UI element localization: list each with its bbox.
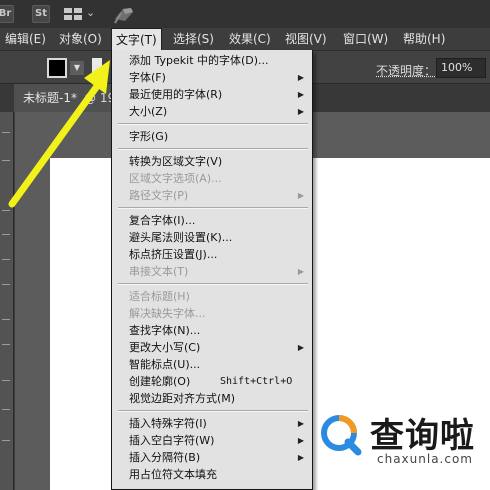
type-menu-item[interactable]: 添加 Typekit 中的字体(D)...: [112, 52, 312, 69]
app-bar: Br St ⌄: [0, 0, 490, 28]
submenu-arrow-icon: ▶: [297, 343, 304, 352]
type-menu-item-label: 更改大小写(C): [129, 341, 201, 354]
stock-app-badge[interactable]: St: [32, 5, 50, 23]
type-menu-item-label: 大小(Z): [129, 105, 168, 118]
type-menu-item-label: 用占位符文本填充: [129, 468, 217, 481]
menu-separator: [118, 207, 308, 209]
type-menu-item-label: 添加 Typekit 中的字体(D)...: [129, 54, 269, 67]
chevron-down-icon[interactable]: ▼: [70, 61, 84, 75]
type-menu-item: 路径文字(P) ▶: [112, 187, 312, 204]
menu-edit[interactable]: 编辑(E): [1, 28, 50, 51]
type-menu-item[interactable]: 最近使用的字体(R) ▶: [112, 86, 312, 103]
chevron-down-icon[interactable]: ⌄: [86, 6, 95, 19]
type-menu-item[interactable]: 复合字体(I)...: [112, 212, 312, 229]
menu-separator: [118, 148, 308, 150]
menu-view[interactable]: 视图(V): [281, 28, 331, 51]
watermark-url: chaxunla.com: [377, 452, 473, 466]
type-menu-item[interactable]: 字形(G): [112, 128, 312, 145]
shortcut-label: Shift+Ctrl+O: [220, 376, 293, 387]
submenu-arrow-icon: ▶: [297, 419, 304, 428]
type-menu-item-label: 转换为区域文字(V): [129, 155, 223, 168]
submenu-arrow-icon: ▶: [297, 90, 304, 99]
type-menu-item[interactable]: 插入分隔符(B) ▶: [112, 449, 312, 466]
watermark-title: 查询啦: [370, 416, 475, 456]
type-menu-item-label: 区域文字选项(A)...: [129, 172, 222, 185]
menu-help[interactable]: 帮助(H): [399, 28, 449, 51]
menu-separator: [118, 410, 308, 412]
opacity-input[interactable]: 100%: [436, 58, 486, 78]
type-menu-item-label: 标点挤压设置(J)...: [129, 248, 218, 261]
tools-panel[interactable]: [0, 112, 14, 490]
menu-select[interactable]: 选择(S): [169, 28, 218, 51]
type-menu-item[interactable]: 查找字体(N)...: [112, 322, 312, 339]
type-menu-item[interactable]: 插入特殊字符(I) ▶: [112, 415, 312, 432]
type-menu-item-label: 最近使用的字体(R): [129, 88, 223, 101]
type-menu-item-label: 字体(F): [129, 71, 166, 84]
type-menu-item[interactable]: 智能标点(U)...: [112, 356, 312, 373]
type-menu-item-label: 串接文本(T): [129, 265, 189, 278]
chaxunla-logo-icon: [321, 415, 362, 456]
type-menu-item-label: 智能标点(U)...: [129, 358, 201, 371]
type-menu-item[interactable]: 标点挤压设置(J)...: [112, 246, 312, 263]
type-menu-item-label: 插入分隔符(B): [129, 451, 201, 464]
menu-separator: [118, 283, 308, 285]
type-menu-item-label: 字形(G): [129, 130, 169, 143]
type-menu-item[interactable]: 用占位符文本填充: [112, 466, 312, 483]
type-menu-item: 解决缺失字体...: [112, 305, 312, 322]
type-menu-item: 适合标题(H): [112, 288, 312, 305]
submenu-arrow-icon: ▶: [297, 453, 304, 462]
fill-color-swatch[interactable]: [47, 58, 67, 78]
type-menu-item[interactable]: 避头尾法则设置(K)...: [112, 229, 312, 246]
submenu-arrow-icon: ▶: [297, 436, 304, 445]
type-menu-item-label: 适合标题(H): [129, 290, 190, 303]
gpu-performance-icon[interactable]: [112, 4, 136, 26]
type-menu-item[interactable]: 创建轮廓(O) Shift+Ctrl+O: [112, 373, 312, 390]
type-menu-item[interactable]: 插入空白字符(W) ▶: [112, 432, 312, 449]
type-menu-item[interactable]: 更改大小写(C) ▶: [112, 339, 312, 356]
type-menu-item: 区域文字选项(A)...: [112, 170, 312, 187]
stroke-color-swatch[interactable]: [92, 58, 102, 78]
opacity-label: 不透明度：: [376, 64, 437, 78]
document-tab-title: 未标题-1*: [23, 91, 77, 105]
type-menu-item-label: 查找字体(N)...: [129, 324, 201, 337]
type-menu-item[interactable]: 视觉边距对齐方式(M): [112, 390, 312, 407]
bridge-app-badge[interactable]: Br: [0, 5, 14, 23]
type-menu-item-label: 视觉边距对齐方式(M): [129, 392, 236, 405]
menu-window[interactable]: 窗口(W): [339, 28, 392, 51]
type-menu-item-label: 路径文字(P): [129, 189, 189, 202]
type-menu-item-label: 避头尾法则设置(K)...: [129, 231, 233, 244]
menu-object[interactable]: 对象(O): [55, 28, 106, 51]
type-menu-item: 串接文本(T) ▶: [112, 263, 312, 280]
type-menu-item-label: 复合字体(I)...: [129, 214, 196, 227]
type-menu-item-label: 解决缺失字体...: [129, 307, 206, 320]
type-menu-item-label: 插入特殊字符(I): [129, 417, 207, 430]
submenu-arrow-icon: ▶: [297, 107, 304, 116]
type-menu-item-label: 插入空白字符(W): [129, 434, 215, 447]
type-menu-dropdown: 添加 Typekit 中的字体(D)... 字体(F) ▶ 最近使用的字体(R) ▶ 大小…: [111, 50, 313, 490]
menu-type[interactable]: 文字(T): [111, 28, 162, 51]
menu-effect[interactable]: 效果(C): [225, 28, 275, 51]
type-menu-item[interactable]: 转换为区域文字(V): [112, 153, 312, 170]
submenu-arrow-icon: ▶: [297, 267, 304, 276]
submenu-arrow-icon: ▶: [297, 73, 304, 82]
submenu-arrow-icon: ▶: [297, 191, 304, 200]
workspace-layout-icon[interactable]: [64, 8, 82, 20]
type-menu-item-label: 创建轮廓(O): [129, 375, 191, 388]
menu-bar: 编辑(E) 对象(O) 文字(T) 选择(S) 效果(C) 视图(V) 窗口(W…: [0, 28, 490, 51]
type-menu-item[interactable]: 大小(Z) ▶: [112, 103, 312, 120]
menu-separator: [118, 123, 308, 125]
type-menu-item[interactable]: 字体(F) ▶: [112, 69, 312, 86]
